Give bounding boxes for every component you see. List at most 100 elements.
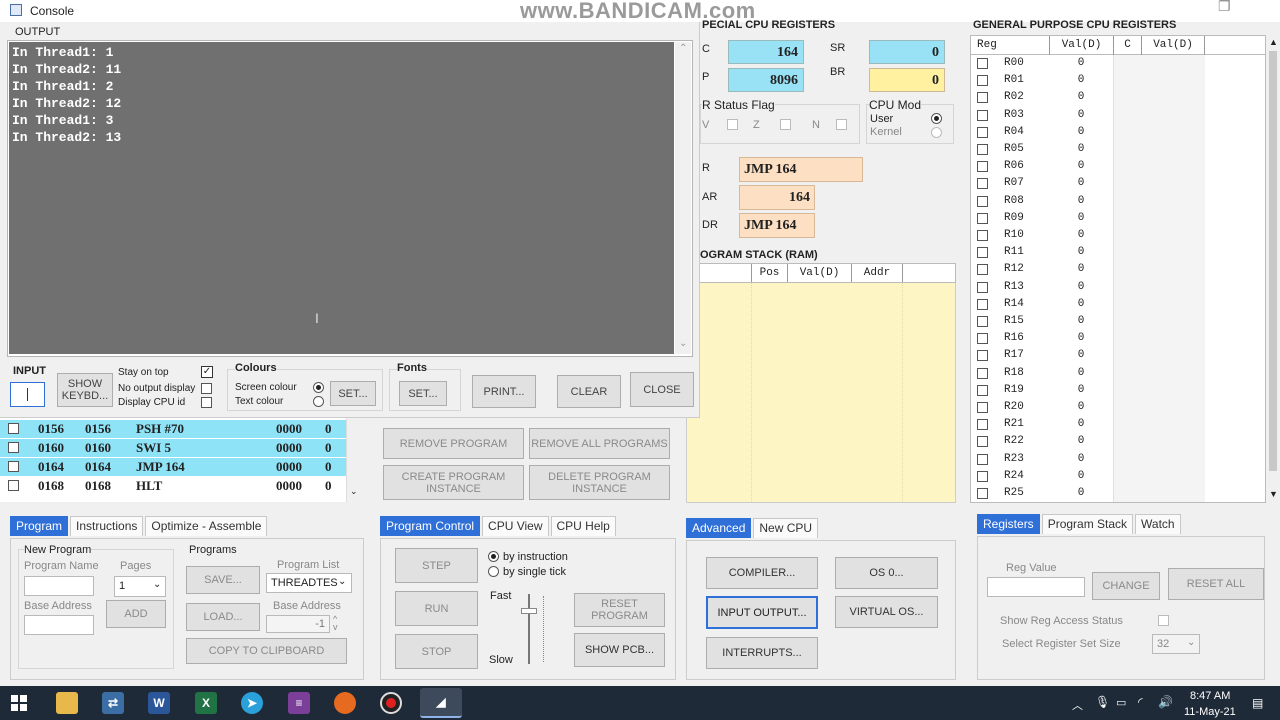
stay-on-top-checkbox[interactable]: ✓: [201, 366, 213, 378]
excel-icon[interactable]: X: [195, 692, 217, 714]
gp-register-checkbox[interactable]: [977, 298, 988, 310]
wifi-icon[interactable]: ◜: [1138, 695, 1143, 709]
tab-program-control[interactable]: Program Control: [380, 516, 481, 536]
gp-register-checkbox[interactable]: [977, 402, 988, 413]
gp-register-row[interactable]: R02 0: [971, 89, 1265, 106]
flag-n-checkbox[interactable]: [836, 119, 847, 130]
base-address-spinner[interactable]: ^ v: [333, 615, 347, 633]
instruction-breakpoint-checkbox[interactable]: [8, 423, 19, 434]
restore-window-icon[interactable]: ❐: [1218, 0, 1231, 15]
gp-register-row[interactable]: R12 0: [971, 261, 1265, 278]
output-scroll-down-icon[interactable]: ⌄: [679, 338, 687, 349]
gp-register-checkbox[interactable]: [977, 436, 988, 448]
run-button[interactable]: RUN: [395, 591, 478, 626]
simulator-app-icon[interactable]: ◢: [420, 688, 462, 718]
gp-register-checkbox[interactable]: [977, 470, 988, 482]
remove-program-button[interactable]: REMOVE PROGRAM: [383, 428, 524, 459]
gp-register-checkbox[interactable]: [977, 230, 988, 241]
close-button[interactable]: CLOSE: [630, 372, 694, 407]
gp-register-checkbox[interactable]: [977, 247, 988, 259]
flag-v-checkbox[interactable]: [727, 119, 738, 130]
create-program-instance-button[interactable]: CREATE PROGRAM INSTANCE: [383, 465, 524, 500]
flag-z-checkbox[interactable]: [780, 119, 791, 130]
tab-program-stack[interactable]: Program Stack: [1041, 514, 1134, 534]
kernel-mode-radio[interactable]: [931, 127, 942, 138]
clock-time[interactable]: 8:47 AM: [1190, 690, 1230, 702]
winrar-icon[interactable]: ≡: [288, 692, 310, 714]
tab-instructions[interactable]: Instructions: [70, 516, 144, 536]
tab-cpu-view[interactable]: CPU View: [482, 516, 549, 536]
gp-register-row[interactable]: R05 0: [971, 141, 1265, 158]
gp-register-row[interactable]: R01 0: [971, 72, 1265, 89]
show-keyboard-button[interactable]: SHOW KEYBD...: [57, 373, 113, 407]
gp-register-checkbox[interactable]: [977, 350, 988, 362]
telegram-icon[interactable]: ➤: [241, 692, 263, 714]
set-colour-button[interactable]: SET...: [330, 381, 376, 406]
delete-program-instance-button[interactable]: DELETE PROGRAM INSTANCE: [529, 465, 670, 500]
output-scroll-up-icon[interactable]: ⌃: [679, 43, 687, 54]
gp-register-checkbox[interactable]: [977, 453, 988, 465]
reset-program-button[interactable]: RESET PROGRAM: [574, 593, 665, 627]
gp-register-checkbox[interactable]: [977, 333, 988, 345]
scroll-thumb[interactable]: [1269, 51, 1277, 471]
set-font-button[interactable]: SET...: [399, 381, 447, 406]
gp-register-row[interactable]: R25 0: [971, 485, 1265, 502]
console-output[interactable]: In Thread1: 1 In Thread2: 11 In Thread1: 2…: [9, 42, 674, 354]
instruction-breakpoint-checkbox[interactable]: [8, 442, 19, 453]
gp-register-row[interactable]: R15 0: [971, 313, 1265, 330]
scroll-up-icon[interactable]: ▲: [1269, 37, 1278, 47]
gp-register-checkbox[interactable]: [977, 92, 988, 104]
by-single-tick-radio[interactable]: [488, 566, 499, 577]
instruction-row[interactable]: 0168 0168 HLT 0000 0: [0, 477, 346, 495]
gp-register-row[interactable]: R08 0: [971, 193, 1265, 210]
word-icon[interactable]: W: [148, 692, 170, 714]
tab-registers[interactable]: Registers: [977, 514, 1040, 534]
gp-register-row[interactable]: R00 0: [971, 55, 1265, 72]
tab-advanced[interactable]: Advanced: [686, 518, 752, 538]
instruction-breakpoint-checkbox[interactable]: [8, 480, 19, 491]
program-name-input[interactable]: [24, 576, 94, 596]
gp-scrollbar[interactable]: ▲ ▼: [1266, 35, 1280, 503]
stop-button[interactable]: STOP: [395, 634, 478, 669]
virtual-os-button[interactable]: VIRTUAL OS...: [835, 596, 938, 628]
gp-register-checkbox[interactable]: [977, 58, 988, 69]
tray-chevron-icon[interactable]: ︿: [1072, 697, 1083, 713]
tab-cpu-help[interactable]: CPU Help: [550, 516, 616, 536]
gp-register-row[interactable]: R07 0: [971, 175, 1265, 192]
screen-colour-radio[interactable]: [313, 382, 324, 393]
tab-optimize-assemble[interactable]: Optimize - Assemble: [145, 516, 268, 536]
gp-register-row[interactable]: R18 0: [971, 365, 1265, 382]
gp-register-checkbox[interactable]: [977, 316, 988, 327]
interrupts-button[interactable]: INTERRUPTS...: [706, 637, 818, 669]
gp-register-row[interactable]: R03 0: [971, 107, 1265, 124]
gp-register-row[interactable]: R16 0: [971, 330, 1265, 347]
gp-register-checkbox[interactable]: [977, 367, 988, 379]
tab-new-cpu[interactable]: New CPU: [753, 518, 819, 538]
instruction-row[interactable]: 0156 0156 PSH #70 0000 0: [0, 420, 346, 438]
gp-register-row[interactable]: R10 0: [971, 227, 1265, 244]
gp-registers-grid[interactable]: Reg Val(D) C Val(D) R00 0 R01 0 R02 0 R03 0 R04 0…: [970, 35, 1266, 503]
instruction-scrollbar[interactable]: ⌄: [346, 416, 361, 502]
remove-all-programs-button[interactable]: REMOVE ALL PROGRAMS: [529, 428, 670, 459]
os-button[interactable]: OS 0...: [835, 557, 938, 589]
no-output-display-checkbox[interactable]: [201, 383, 212, 394]
show-reg-access-checkbox[interactable]: [1158, 615, 1169, 626]
firefox-icon[interactable]: [334, 692, 356, 714]
text-colour-radio[interactable]: [313, 396, 324, 407]
battery-icon[interactable]: ▭: [1116, 696, 1126, 709]
gp-register-checkbox[interactable]: [977, 161, 988, 173]
gp-register-checkbox[interactable]: [977, 109, 988, 121]
instruction-row[interactable]: 0160 0160 SWI 5 0000 0: [0, 439, 346, 457]
gp-register-row[interactable]: R06 0: [971, 158, 1265, 175]
load-program-button[interactable]: LOAD...: [186, 603, 260, 631]
step-button[interactable]: STEP: [395, 548, 478, 583]
gp-register-checkbox[interactable]: [977, 178, 988, 190]
program-list-select[interactable]: THREADTES ⌄: [266, 573, 352, 593]
gp-register-checkbox[interactable]: [977, 75, 988, 87]
instruction-row[interactable]: 0164 0164 JMP 164 0000 0: [0, 458, 346, 476]
add-program-button[interactable]: ADD: [106, 600, 166, 628]
reset-all-button[interactable]: RESET ALL: [1168, 568, 1264, 600]
gp-register-row[interactable]: R09 0: [971, 210, 1265, 227]
gp-register-row[interactable]: R21 0: [971, 416, 1265, 433]
print-button[interactable]: PRINT...: [472, 375, 536, 408]
